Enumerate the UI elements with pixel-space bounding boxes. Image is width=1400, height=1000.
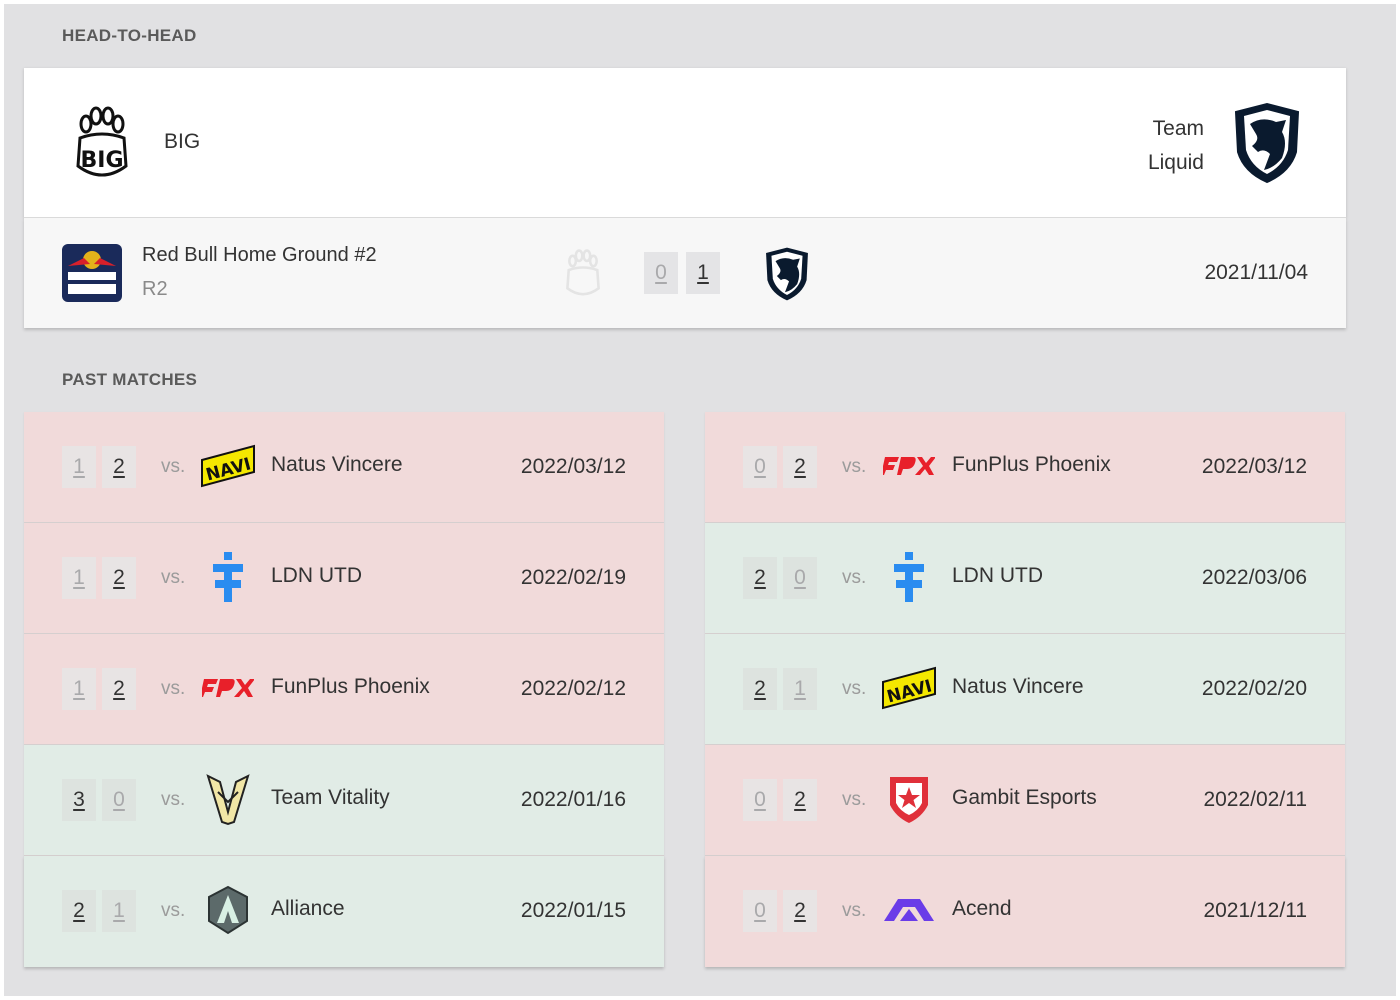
team-right-name-line2: Liquid (1147, 151, 1204, 174)
team-score[interactable]: 0 (743, 890, 777, 932)
vs-label: vs. (161, 900, 186, 921)
team-score[interactable]: 0 (743, 446, 777, 488)
vs-label: vs. (161, 789, 186, 810)
team-score[interactable]: 1 (62, 446, 96, 488)
opponent-score[interactable]: 1 (102, 890, 136, 932)
team-score[interactable]: 0 (743, 779, 777, 821)
team-score[interactable]: 1 (62, 557, 96, 599)
opponent-score[interactable]: 2 (102, 557, 136, 599)
vs-label: vs. (842, 567, 867, 588)
past-match-row-left-3[interactable]: 1 2 vs. FunPlus Phoenix 2022/02/12 (24, 634, 664, 745)
vs-label: vs. (161, 567, 186, 588)
vs-label: vs. (842, 900, 867, 921)
liquid-team-logo[interactable] (1230, 102, 1304, 184)
opponent-score[interactable]: 0 (783, 557, 817, 599)
event-name[interactable]: Red Bull Home Ground #2 (142, 244, 377, 267)
fpx-team-logo[interactable] (198, 661, 258, 715)
vs-label: vs. (842, 456, 867, 477)
acend-team-logo[interactable] (879, 883, 939, 937)
opponent-name[interactable]: Natus Vincere (271, 453, 403, 477)
alliance-team-logo[interactable] (198, 883, 258, 937)
h2h-score-left[interactable]: 0 (644, 252, 678, 294)
match-date: 2022/01/16 (520, 788, 626, 811)
match-date: 2022/03/12 (520, 455, 626, 478)
opponent-name[interactable]: FunPlus Phoenix (952, 453, 1111, 477)
match-date: 2021/12/11 (1203, 899, 1307, 922)
opponent-score[interactable]: 2 (783, 446, 817, 488)
opponent-name[interactable]: FunPlus Phoenix (271, 675, 430, 699)
opponent-name[interactable]: LDN UTD (952, 564, 1043, 588)
team-score[interactable]: 1 (62, 668, 96, 710)
big-faded-logo (562, 248, 604, 300)
opponent-score[interactable]: 2 (102, 668, 136, 710)
past-matches-right-panel: 0 2 vs. FunPlus Phoenix 2022/03/12 2 0 vs. LDN U… (705, 412, 1345, 967)
navi-team-logo[interactable]: NAVI (198, 439, 258, 493)
ldn-team-logo[interactable] (879, 550, 939, 604)
past-match-row-left-2[interactable]: 1 2 vs. LDN UTD 2022/02/19 (24, 523, 664, 634)
opponent-name[interactable]: Alliance (271, 897, 345, 921)
ldn-team-logo[interactable] (198, 550, 258, 604)
opponent-score[interactable]: 0 (102, 779, 136, 821)
match-date: 2022/02/12 (520, 677, 626, 700)
opponent-name[interactable]: Team Vitality (271, 786, 390, 810)
past-match-row-right-4[interactable]: 0 2 vs. Gambit Esports 2022/02/11 (705, 745, 1345, 856)
red-bull-event-logo (60, 242, 124, 304)
opponent-score[interactable]: 2 (783, 779, 817, 821)
team-left-name[interactable]: BIG (164, 130, 200, 154)
match-date: 2022/02/19 (520, 566, 626, 589)
team-right-name[interactable]: Team Liquid (1148, 112, 1204, 180)
match-date: 2022/02/11 (1203, 788, 1307, 811)
team-score[interactable]: 3 (62, 779, 96, 821)
past-matches-left-panel: 1 2 vs. NAVI Natus Vincere 2022/03/12 1 2 vs. LDN… (24, 412, 664, 967)
h2h-match-date: 2021/11/04 (1204, 261, 1308, 284)
team-score[interactable]: 2 (743, 557, 777, 599)
team-score[interactable]: 2 (62, 890, 96, 932)
opponent-name[interactable]: Acend (952, 897, 1012, 921)
vs-label: vs. (842, 789, 867, 810)
liquid-small-logo (762, 246, 812, 302)
past-match-row-right-5[interactable]: 0 2 vs. Acend 2021/12/11 (705, 856, 1345, 967)
team-score[interactable]: 2 (743, 668, 777, 710)
head-to-head-teams-card: BIG BIG Team Liquid (24, 68, 1346, 218)
vs-label: vs. (161, 456, 186, 477)
opponent-name[interactable]: Natus Vincere (952, 675, 1084, 699)
match-date: 2022/03/12 (1201, 455, 1307, 478)
vs-label: vs. (842, 678, 867, 699)
gambit-team-logo[interactable] (879, 772, 939, 826)
past-match-row-right-2[interactable]: 2 0 vs. LDN UTD 2022/03/06 (705, 523, 1345, 634)
fpx-team-logo[interactable] (879, 439, 939, 493)
head-to-head-match-row[interactable]: Red Bull Home Ground #2 R2 0 1 2021/11/0… (24, 218, 1346, 328)
navi-team-logo[interactable]: NAVI (879, 661, 939, 715)
team-right-name-line1: Team (1152, 117, 1204, 140)
match-date: 2022/01/15 (520, 899, 626, 922)
big-team-logo[interactable]: BIG (72, 104, 132, 184)
vs-label: vs. (161, 678, 186, 699)
past-matches-title: PAST MATCHES (62, 370, 198, 389)
opponent-name[interactable]: LDN UTD (271, 564, 362, 588)
opponent-score[interactable]: 2 (102, 446, 136, 488)
opponent-score[interactable]: 1 (783, 668, 817, 710)
past-match-row-left-5[interactable]: 2 1 vs. Alliance 2022/01/15 (24, 856, 664, 967)
page: HEAD-TO-HEAD BIG BIG Team Liquid Red Bul… (4, 4, 1396, 996)
opponent-name[interactable]: Gambit Esports (952, 786, 1097, 810)
match-date: 2022/03/06 (1201, 566, 1307, 589)
past-match-row-left-4[interactable]: 3 0 vs. Team Vitality 2022/01/16 (24, 745, 664, 856)
past-match-row-left-1[interactable]: 1 2 vs. NAVI Natus Vincere 2022/03/12 (24, 412, 664, 523)
event-round: R2 (142, 278, 168, 300)
head-to-head-title: HEAD-TO-HEAD (62, 26, 197, 45)
match-date: 2022/02/20 (1201, 677, 1307, 700)
h2h-score-right[interactable]: 1 (686, 252, 720, 294)
vitality-team-logo[interactable] (198, 772, 258, 826)
opponent-score[interactable]: 2 (783, 890, 817, 932)
past-match-row-right-1[interactable]: 0 2 vs. FunPlus Phoenix 2022/03/12 (705, 412, 1345, 523)
svg-text:BIG: BIG (80, 148, 123, 173)
past-match-row-right-3[interactable]: 2 1 vs. NAVI Natus Vincere 2022/02/20 (705, 634, 1345, 745)
